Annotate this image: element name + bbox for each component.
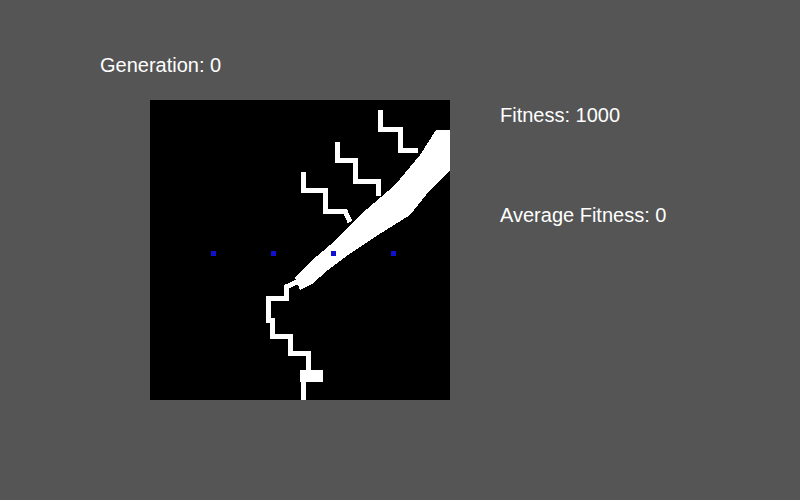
simulation-canvas <box>150 100 450 400</box>
simulation-window: Generation: 0 <box>0 0 800 400</box>
generation-label: Generation: 0 <box>100 53 800 77</box>
average-fitness-label: Average Fitness: 0 <box>500 203 666 227</box>
branch-structure-icon <box>150 100 450 400</box>
stats-panel: Fitness: 1000 Average Fitness: 0 <box>500 103 666 400</box>
fitness-label: Fitness: 1000 <box>500 103 666 127</box>
